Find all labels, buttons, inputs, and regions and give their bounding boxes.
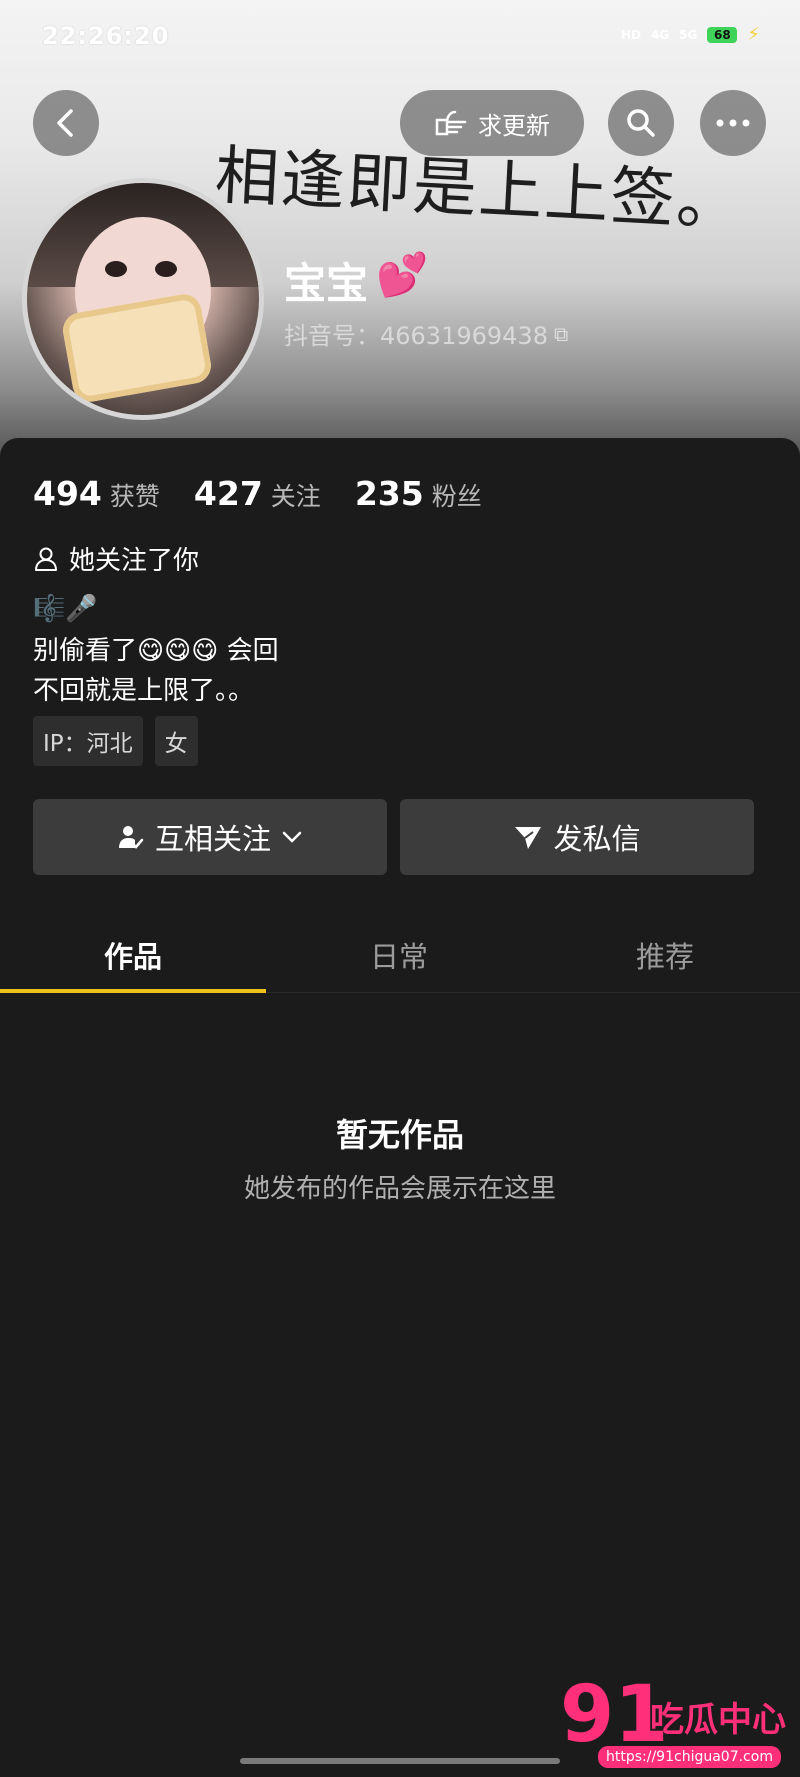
tab-daily[interactable]: 日常 bbox=[266, 918, 532, 992]
stat-followers-value: 235 bbox=[354, 474, 424, 513]
send-icon bbox=[515, 827, 542, 849]
chevron-down-icon bbox=[282, 831, 302, 843]
watermark-logo: 91 吃瓜中心 https://91chigua07.com bbox=[560, 1670, 800, 1777]
ip-location-tag: IP：河北 bbox=[33, 716, 143, 766]
stat-following-value: 427 bbox=[193, 474, 263, 513]
stat-likes: 494 获赞 bbox=[33, 474, 160, 513]
tab-works[interactable]: 作品 bbox=[0, 918, 266, 993]
gender-tag: 女 bbox=[154, 716, 198, 766]
system-icons: HD 4G 5G 68 ⚡ bbox=[621, 24, 760, 45]
hd-icon: HD bbox=[620, 27, 641, 42]
stat-following-label: 关注 bbox=[270, 482, 321, 511]
avatar-eye-left bbox=[105, 261, 127, 277]
stat-followers[interactable]: 235 粉丝 bbox=[355, 474, 482, 513]
person-check-icon bbox=[118, 826, 144, 849]
signal-4g-icon: 4G bbox=[650, 27, 670, 42]
active-tab-underline bbox=[0, 989, 266, 993]
send-message-button[interactable]: 发私信 bbox=[400, 799, 754, 875]
stat-following[interactable]: 427 关注 bbox=[194, 474, 321, 513]
avatar-eye-right bbox=[155, 261, 177, 277]
douyin-id[interactable]: 抖音号：46631969438 ⧉ bbox=[284, 316, 568, 351]
watermark-url: https://91chigua07.com bbox=[598, 1746, 781, 1768]
copy-icon[interactable]: ⧉ bbox=[554, 322, 568, 346]
request-update-label: 求更新 bbox=[478, 111, 550, 140]
pointing-hand-icon bbox=[435, 110, 467, 136]
tab-works-label: 作品 bbox=[103, 940, 162, 974]
name-heart-emoji: 💕 bbox=[376, 250, 429, 299]
bio-line-1: 别偷看了😋😋😋 会回 bbox=[33, 636, 279, 666]
signal-5g-icon: 5G bbox=[679, 27, 698, 42]
empty-state-title: 暂无作品 bbox=[335, 1116, 464, 1154]
watermark-name: 吃瓜中心 bbox=[650, 1700, 786, 1740]
mutual-follow-button[interactable]: 互相关注 bbox=[33, 799, 387, 875]
chevron-left-icon bbox=[57, 109, 73, 137]
profile-name: 宝宝 bbox=[284, 259, 369, 308]
tab-daily-label: 日常 bbox=[369, 940, 428, 974]
back-button[interactable] bbox=[33, 90, 99, 156]
more-button[interactable] bbox=[700, 90, 766, 156]
content-tabs: 作品 日常 推荐 bbox=[0, 918, 800, 993]
bio-emoji-line: 🎼🎤 bbox=[33, 594, 98, 624]
bio-line-2: 不回就是上限了。。 bbox=[33, 676, 255, 706]
stat-likes-value: 494 bbox=[33, 474, 102, 513]
mutual-follow-label: 互相关注 bbox=[154, 822, 271, 856]
battery-icon: 68 bbox=[707, 26, 738, 43]
home-indicator[interactable] bbox=[240, 1758, 560, 1764]
stat-followers-label: 粉丝 bbox=[431, 482, 482, 511]
person-icon bbox=[35, 547, 57, 571]
profile-tags: IP：河北 女 bbox=[33, 716, 198, 766]
tab-recommended-label: 推荐 bbox=[635, 940, 694, 974]
profile-card: 494 获赞 427 关注 235 粉丝 她关注了你 🎼🎤 别偷看了😋😋😋 会回… bbox=[0, 438, 800, 1777]
douyin-id-text: 抖音号：46631969438 bbox=[284, 322, 548, 350]
more-dots-icon bbox=[716, 119, 750, 127]
tab-recommended[interactable]: 推荐 bbox=[532, 918, 798, 992]
empty-state-subtitle: 她发布的作品会展示在这里 bbox=[243, 1174, 556, 1204]
stats-row: 494 获赞 427 关注 235 粉丝 bbox=[33, 474, 482, 513]
stat-likes-label: 获赞 bbox=[109, 482, 160, 511]
status-bar: 22:26:20 HD 4G 5G 68 ⚡ bbox=[0, 0, 800, 76]
status-time: 22:26:20 bbox=[42, 22, 170, 50]
charging-icon: ⚡ bbox=[747, 24, 760, 45]
search-icon bbox=[627, 109, 655, 137]
send-message-label: 发私信 bbox=[553, 822, 641, 856]
follows-you-note: 她关注了你 bbox=[33, 540, 199, 577]
follows-you-text: 她关注了你 bbox=[69, 546, 200, 576]
avatar[interactable] bbox=[22, 178, 264, 420]
